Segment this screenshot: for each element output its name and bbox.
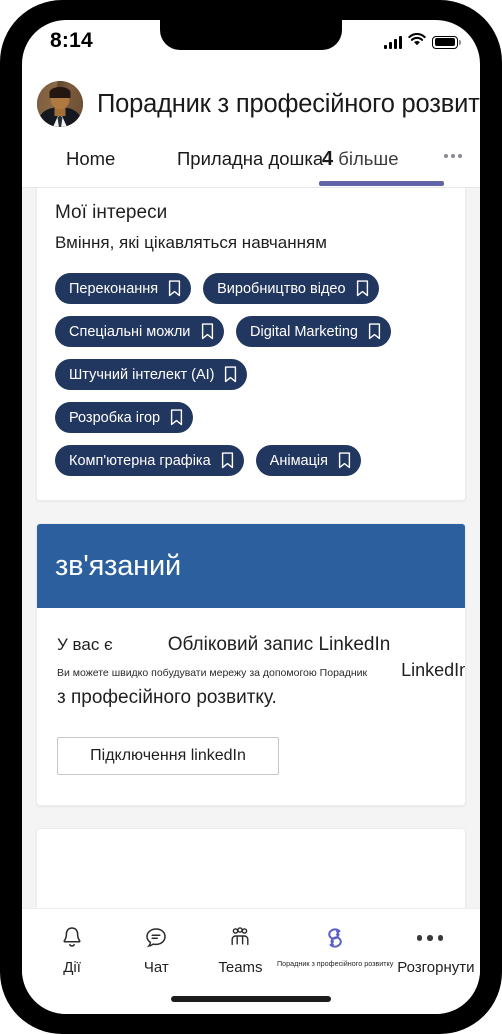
nav-item-career-coach[interactable]: Порадник з професійного розвитку bbox=[277, 923, 393, 968]
more-dots-icon bbox=[416, 923, 444, 953]
notch bbox=[160, 20, 342, 50]
tab-home[interactable]: Home bbox=[66, 148, 115, 170]
linkedin-card: зв'язаний У вас є Обліковий запис Linked… bbox=[36, 523, 466, 806]
linkedin-body: У вас є Обліковий запис LinkedIn Ви може… bbox=[37, 608, 465, 805]
bookmark-icon[interactable] bbox=[224, 366, 237, 383]
nav-item-expand[interactable]: Розгорнути bbox=[388, 923, 475, 976]
chat-icon bbox=[143, 923, 169, 953]
interest-chip-row: Штучний інтелект (AI) bbox=[55, 359, 447, 390]
interest-chip-list: Переконання Виробництво відео Спеціальні м… bbox=[55, 273, 447, 476]
nav-item-teams[interactable]: Teams bbox=[198, 923, 282, 976]
tab-bar: Home Приладна дошка 4 більше bbox=[22, 140, 480, 188]
linkedin-brand-text: LinkedIn bbox=[401, 660, 466, 680]
avatar[interactable] bbox=[37, 81, 83, 127]
app-header: Порадник з професійного розвитку bbox=[22, 68, 480, 140]
interest-chip-label: Розробка ігор bbox=[69, 409, 161, 426]
phone-screen: 8:14 Порадник з професійного розвитку Ho… bbox=[22, 20, 480, 1014]
linkedin-have-text: У вас є bbox=[57, 635, 113, 654]
interest-chip[interactable]: Розробка ігор bbox=[55, 402, 194, 433]
next-card-partial bbox=[36, 828, 466, 908]
interest-chip-row: Розробка ігор bbox=[55, 402, 447, 433]
nav-item-chat[interactable]: Чат bbox=[114, 923, 198, 976]
interest-chip-row: Спеціальні можливості Digital Marketing bbox=[55, 316, 447, 347]
interests-title: Мої інтереси bbox=[55, 202, 168, 223]
home-indicator bbox=[171, 996, 331, 1002]
nav-label-expand: Розгорнути bbox=[397, 959, 475, 976]
interests-card: Мої інтереси Вміння, які цікавляться нав… bbox=[36, 188, 466, 501]
interest-chip[interactable]: Штучний інтелект (AI) bbox=[55, 359, 248, 390]
more-options-icon[interactable] bbox=[444, 154, 462, 158]
linkedin-line-2: Ви можете швидко побудувати мережу за до… bbox=[57, 660, 465, 681]
interest-chip-label: Переконання bbox=[69, 280, 159, 297]
content-scroll-area[interactable]: Мої інтереси Вміння, які цікавляться нав… bbox=[22, 188, 480, 908]
phone-frame: 8:14 Порадник з професійного розвитку Ho… bbox=[0, 0, 502, 1034]
tab-more-count: 4 bbox=[322, 148, 334, 170]
interests-subtitle: Вміння, які цікавляться навчанням bbox=[55, 233, 327, 252]
bookmark-icon[interactable] bbox=[338, 452, 351, 469]
linkedin-banner: зв'язаний bbox=[37, 524, 465, 608]
linkedin-line-1: У вас є Обліковий запис LinkedIn bbox=[57, 634, 445, 656]
interest-chip[interactable]: Digital Marketing bbox=[236, 316, 391, 347]
tab-dashboard[interactable]: Приладна дошка bbox=[177, 148, 323, 170]
viva-insights-icon bbox=[321, 923, 349, 953]
interest-chip[interactable]: Виробництво відео bbox=[203, 273, 379, 304]
nav-label-chat: Чат bbox=[143, 959, 169, 976]
linkedin-banner-title: зв'язаний bbox=[55, 549, 181, 582]
connect-linkedin-button[interactable]: Підключення linkedIn bbox=[57, 737, 279, 775]
interest-chip-label: Комп'ютерна графіка bbox=[69, 452, 211, 469]
interest-chip-label: Виробництво відео bbox=[217, 280, 346, 297]
bookmark-icon[interactable] bbox=[170, 409, 183, 426]
bookmark-icon[interactable] bbox=[368, 323, 381, 340]
page-title: Порадник з професійного розвитку bbox=[97, 89, 480, 118]
tab-more[interactable]: 4 більше bbox=[322, 148, 399, 171]
bell-icon bbox=[60, 923, 84, 953]
status-icons bbox=[384, 33, 461, 51]
tab-active-underline bbox=[319, 181, 444, 186]
nav-label-career-coach: Порадник з професійного розвитку bbox=[277, 959, 394, 968]
wifi-icon bbox=[408, 33, 426, 51]
interest-chip[interactable]: Комп'ютерна графіка bbox=[55, 445, 244, 476]
linkedin-description-text: Ви можете швидко побудувати мережу за до… bbox=[57, 667, 368, 679]
linkedin-account-text: Обліковий запис LinkedIn bbox=[167, 634, 391, 655]
interest-chip[interactable]: Анімація bbox=[255, 445, 361, 476]
bookmark-icon[interactable] bbox=[168, 280, 181, 297]
cellular-signal-icon bbox=[384, 35, 402, 49]
interest-chip-row: Комп'ютерна графіка Анімація bbox=[55, 445, 447, 476]
nav-label-teams: Teams bbox=[218, 959, 263, 976]
interest-chip[interactable]: Переконання bbox=[55, 273, 192, 304]
interest-chip-label: Штучний інтелект (AI) bbox=[69, 366, 215, 383]
status-time: 8:14 bbox=[50, 29, 93, 52]
interest-chip-row: Переконання Виробництво відео bbox=[55, 273, 447, 304]
nav-label-activity: Дії bbox=[63, 959, 81, 976]
bookmark-icon[interactable] bbox=[221, 452, 234, 469]
interest-chip-label: Анімація bbox=[269, 452, 328, 469]
bookmark-icon[interactable] bbox=[356, 280, 369, 297]
bookmark-icon[interactable] bbox=[201, 323, 214, 340]
interest-chip[interactable]: Спеціальні можливості bbox=[55, 316, 224, 347]
nav-item-activity[interactable]: Дії bbox=[30, 923, 114, 976]
tab-more-label: більше bbox=[338, 148, 399, 169]
interest-chip-label: Спеціальні можливості bbox=[69, 323, 191, 340]
linkedin-line-3: з професійного розвитку. bbox=[57, 687, 277, 708]
interest-chip-label: Digital Marketing bbox=[250, 323, 358, 340]
teams-people-icon bbox=[226, 923, 254, 953]
battery-icon bbox=[432, 35, 461, 49]
